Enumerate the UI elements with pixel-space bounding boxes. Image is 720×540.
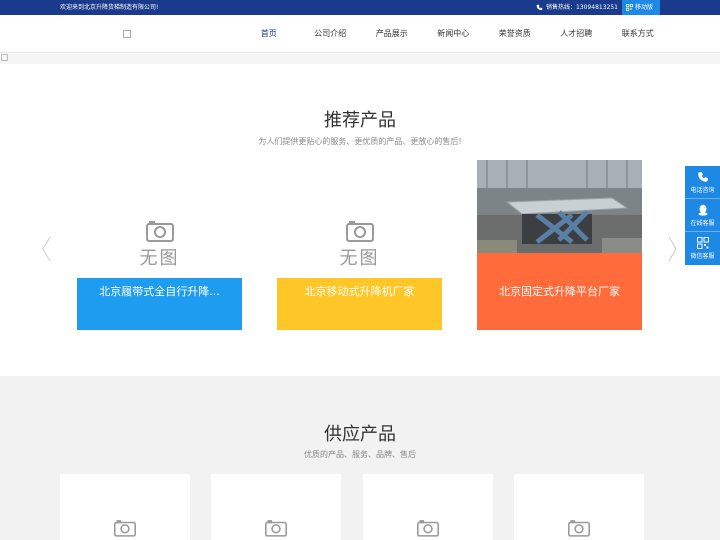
supply-card[interactable]: [363, 474, 493, 540]
product-card[interactable]: 无图 北京移动式升降机厂家: [277, 160, 442, 330]
sidebar-item-label: 电话咨询: [690, 186, 715, 194]
nav-item-about[interactable]: 公司介绍: [300, 15, 362, 53]
camera-icon: [568, 520, 590, 537]
supply-card[interactable]: [514, 474, 644, 540]
nav-item-news[interactable]: 新闻中心: [423, 15, 485, 53]
sales-hotline-text: 销售热线：13094813251: [546, 4, 618, 11]
supply-subtitle: 优质的产品、服务、品牌、售后: [304, 450, 416, 459]
lift-platform-photo: [477, 160, 642, 253]
recommend-subtitle: 为人们提供更贴心的服务、更优质的产品、更放心的售后!: [258, 137, 462, 146]
phone-icon: [536, 4, 543, 11]
banner: [0, 54, 720, 64]
nav-item-careers[interactable]: 人才招聘: [546, 15, 608, 53]
product-image-placeholder: 无图: [77, 160, 242, 278]
nav-item-home[interactable]: 首页: [238, 15, 300, 53]
top-bar: 欢迎来到北京升降货梯制造有限公司! 销售热线：13094813251 移动版: [0, 0, 720, 15]
no-image-text: 无图: [139, 248, 180, 269]
sidebar-item-label: 在线客服: [690, 219, 715, 227]
sidebar-item-phone[interactable]: 电话咨询: [685, 166, 720, 199]
supply-card[interactable]: [211, 474, 341, 540]
nav-menu: 首页 公司介绍 产品展示 新闻中心 荣誉资质 人才招聘 联系方式: [238, 15, 669, 53]
mobile-version-label: 移动版: [635, 4, 654, 11]
camera-icon: [345, 221, 374, 242]
nav-item-products[interactable]: 产品展示: [361, 15, 423, 53]
nav-item-honors[interactable]: 荣誉资质: [484, 15, 546, 53]
phone-icon: [697, 171, 708, 182]
supply-title: 供应产品: [324, 424, 396, 445]
camera-icon: [417, 520, 439, 537]
product-card-label: 北京固定式升降平台厂家: [477, 253, 642, 330]
product-card-label: 北京履带式全自行升降...: [77, 278, 242, 330]
sidebar-item-wechat[interactable]: 微信客服: [685, 232, 720, 265]
supply-card[interactable]: [60, 474, 190, 540]
camera-icon: [145, 221, 174, 242]
floating-contact-sidebar: 电话咨询 在线客服 微信客服: [685, 166, 720, 265]
product-card[interactable]: 无图 北京履带式全自行升降...: [77, 160, 242, 330]
logo[interactable]: [123, 30, 131, 38]
carousel-next-arrow[interactable]: [668, 236, 678, 262]
product-card-label: 北京移动式升降机厂家: [277, 278, 442, 330]
main-nav: 首页 公司介绍 产品展示 新闻中心 荣誉资质 人才招聘 联系方式: [0, 15, 720, 53]
carousel-prev-arrow[interactable]: [41, 236, 51, 262]
product-photo: [477, 160, 642, 253]
nav-item-contact[interactable]: 联系方式: [607, 15, 669, 53]
sidebar-item-label: 微信客服: [690, 253, 715, 260]
qrcode-small-icon: [626, 4, 633, 11]
qq-icon: [698, 204, 707, 216]
camera-icon: [265, 520, 287, 537]
broken-image-icon: [1, 54, 8, 61]
mobile-version-link[interactable]: 移动版: [622, 0, 660, 15]
no-image-text: 无图: [339, 248, 380, 269]
recommend-title: 推荐产品: [324, 110, 396, 131]
product-image-placeholder: 无图: [277, 160, 442, 278]
welcome-text: 欢迎来到北京升降货梯制造有限公司!: [60, 4, 159, 11]
sales-hotline: 销售热线：13094813251: [536, 0, 618, 15]
product-card[interactable]: 北京固定式升降平台厂家: [477, 160, 642, 330]
camera-icon: [114, 520, 136, 537]
sidebar-item-online-service[interactable]: 在线客服: [685, 199, 720, 232]
qrcode-icon: [696, 237, 709, 249]
